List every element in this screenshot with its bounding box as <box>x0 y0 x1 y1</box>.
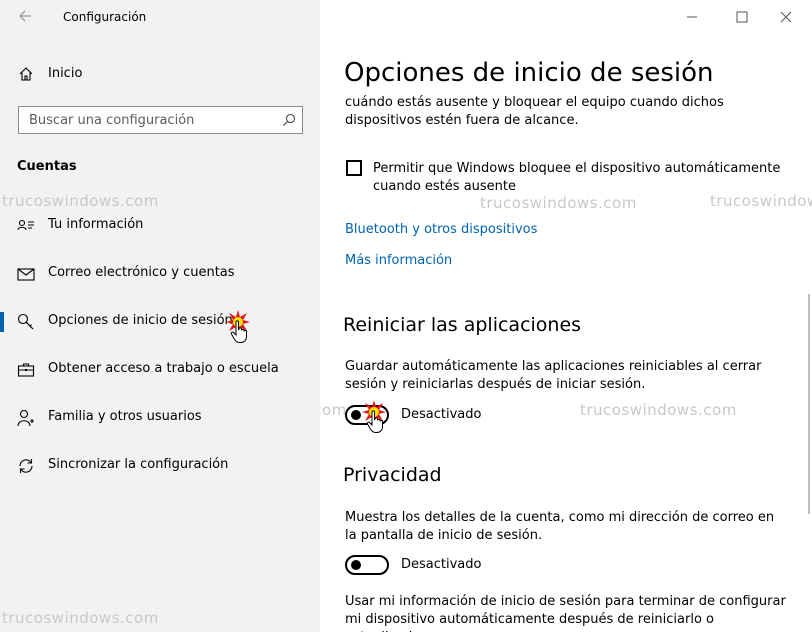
sidebar-item-tu-informacion[interactable]: Tu información <box>0 206 320 246</box>
close-icon[interactable] <box>766 4 806 30</box>
sidebar-item-sincronizar[interactable]: Sincronizar la configuración <box>0 446 320 486</box>
sidebar-item-label: Correo electrónico y cuentas <box>48 265 235 280</box>
nav-home[interactable]: Inicio <box>48 66 82 81</box>
back-arrow-icon[interactable] <box>16 6 36 26</box>
restart-apps-description: Guardar automáticamente las aplicaciones… <box>345 359 762 392</box>
sidebar-item-label: Familia y otros usuarios <box>48 409 202 424</box>
more-info-link[interactable]: Más información <box>345 253 452 268</box>
toggle-knob <box>351 410 361 420</box>
section-title: Cuentas <box>17 159 77 174</box>
sidebar-item-label: Sincronizar la configuración <box>48 457 229 472</box>
main-panel: Opciones de inicio de sesión cuándo está… <box>320 0 812 632</box>
watermark: trucoswindows.com <box>580 401 737 419</box>
privacy-heading: Privacidad <box>343 464 442 486</box>
restart-apps-heading: Reiniciar las aplicaciones <box>343 314 582 336</box>
home-icon <box>19 67 33 81</box>
key-icon <box>17 313 34 330</box>
search-input[interactable]: Buscar una configuración <box>18 106 303 134</box>
sidebar-item-label: Tu información <box>48 217 144 232</box>
sync-icon <box>19 459 33 473</box>
auto-lock-checkbox[interactable] <box>346 160 362 176</box>
search-icon[interactable] <box>282 113 296 127</box>
briefcase-icon <box>17 363 35 377</box>
privacy-toggle-state: Desactivado <box>401 557 482 572</box>
privacy-description: Muestra los detalles de la cuenta, como … <box>345 510 775 543</box>
sidebar-item-familia[interactable]: Familia y otros usuarios <box>0 398 320 438</box>
sidebar: Configuración Inicio Buscar una configur… <box>0 0 320 632</box>
bluetooth-link[interactable]: Bluetooth y otros dispositivos <box>345 222 537 237</box>
person-card-icon <box>17 219 34 231</box>
restart-apps-toggle-state: Desactivado <box>401 407 482 422</box>
page-title: Opciones de inicio de sesión <box>344 58 714 88</box>
maximize-icon[interactable] <box>722 4 762 30</box>
sidebar-item-correo[interactable]: Correo electrónico y cuentas <box>0 254 320 294</box>
sidebar-item-opciones-inicio-sesion[interactable]: Opciones de inicio de sesión <box>0 302 320 342</box>
privacy-description-2: Usar mi información de inicio de sesión … <box>345 594 786 632</box>
hand-cursor-icon <box>230 320 247 343</box>
scrollbar[interactable] <box>808 294 810 514</box>
hand-cursor-icon <box>366 410 383 433</box>
watermark: trucoswindows.com <box>320 401 347 419</box>
people-icon <box>17 409 34 427</box>
sidebar-item-trabajo-escuela[interactable]: Obtener acceso a trabajo o escuela <box>0 350 320 390</box>
sidebar-item-label: Obtener acceso a trabajo o escuela <box>48 361 279 376</box>
watermark: trucoswindows.com <box>2 609 159 627</box>
sidebar-item-label: Opciones de inicio de sesión <box>48 313 233 328</box>
privacy-toggle[interactable] <box>345 555 389 575</box>
active-indicator <box>0 312 4 332</box>
mail-icon <box>17 268 35 281</box>
dynamic-lock-text: cuándo estás ausente y bloquear el equip… <box>345 95 724 128</box>
checkbox-label: Permitir que Windows bloquee el disposit… <box>373 161 781 194</box>
toggle-knob <box>351 560 361 570</box>
minimize-icon[interactable] <box>672 4 712 30</box>
search-placeholder: Buscar una configuración <box>29 113 195 128</box>
watermark: trucoswindows.com <box>480 194 637 212</box>
window-title: Configuración <box>63 10 147 24</box>
